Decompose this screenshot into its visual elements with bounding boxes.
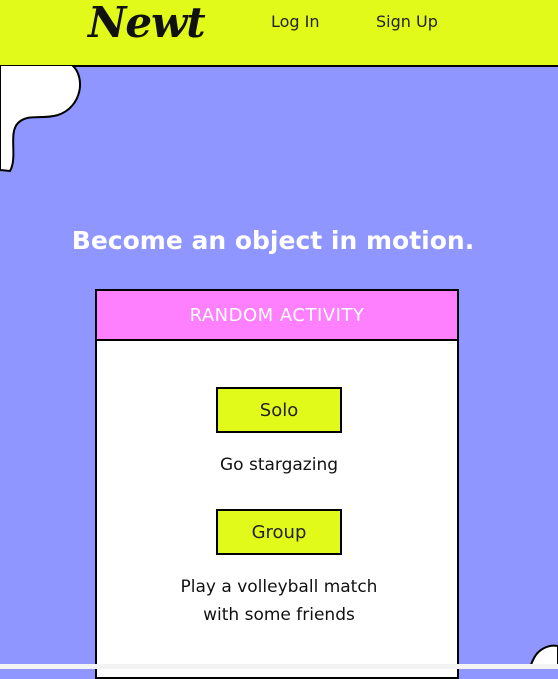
newt-logo[interactable]: Newt bbox=[88, 0, 206, 47]
signup-link[interactable]: Sign Up bbox=[376, 12, 438, 31]
login-link[interactable]: Log In bbox=[271, 12, 320, 31]
decorative-blob-top-left bbox=[0, 65, 81, 173]
solo-activity-text: Go stargazing bbox=[219, 455, 339, 475]
bottom-scroll-edge bbox=[0, 664, 558, 669]
card-title: RANDOM ACTIVITY bbox=[97, 291, 457, 341]
group-activity-text: Play a volleyball match with some friend… bbox=[180, 577, 378, 625]
random-activity-card: RANDOM ACTIVITY Solo Go stargazing Group… bbox=[95, 289, 459, 679]
top-nav-bar: Newt Log In Sign Up bbox=[0, 0, 558, 67]
group-button[interactable]: Group bbox=[216, 509, 342, 555]
hero-tagline: Become an object in motion. bbox=[71, 226, 475, 255]
solo-button[interactable]: Solo bbox=[216, 387, 342, 433]
